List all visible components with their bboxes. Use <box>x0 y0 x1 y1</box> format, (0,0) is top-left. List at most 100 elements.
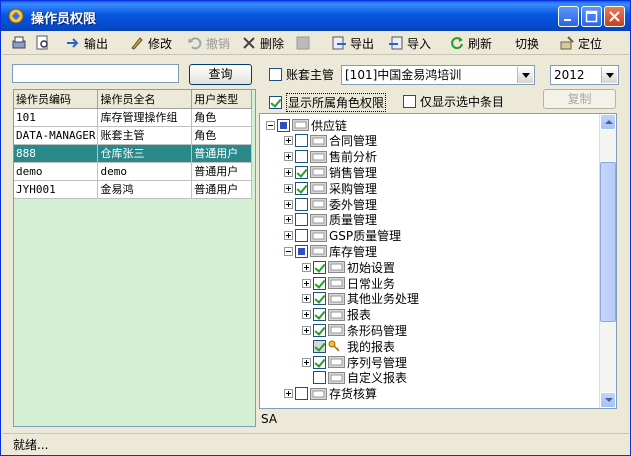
tree-node[interactable]: 售前分析 <box>284 149 377 165</box>
chevron-down-icon[interactable] <box>601 67 617 83</box>
tree-node[interactable]: 存货核算 <box>284 386 377 402</box>
tree-checkbox[interactable] <box>313 323 326 337</box>
collapse-icon[interactable] <box>266 120 275 130</box>
tree-node[interactable]: 初始设置 <box>302 259 395 275</box>
app-icon <box>8 8 24 24</box>
preview-button[interactable] <box>35 34 51 52</box>
tree-node[interactable]: 供应链 <box>266 117 347 133</box>
account-manager-box[interactable] <box>269 68 282 81</box>
tree-checkbox[interactable] <box>295 165 308 179</box>
toolbar-save-button[interactable] <box>295 34 311 52</box>
tree-node[interactable]: 日常业务 <box>302 275 395 291</box>
copy-button[interactable]: 复制 <box>543 89 616 109</box>
column-header-name[interactable]: 操作员全名 <box>97 90 193 109</box>
tree-checkbox[interactable] <box>295 229 308 243</box>
tree-checkbox[interactable] <box>313 276 326 290</box>
tree-checkbox[interactable] <box>295 197 308 211</box>
expand-icon[interactable] <box>284 136 293 146</box>
close-icon <box>609 11 620 22</box>
expand-icon[interactable] <box>302 325 311 335</box>
show-role-rights-checkbox[interactable]: 显示所属角色权限 <box>269 93 387 112</box>
tree-checkbox[interactable] <box>295 181 308 195</box>
module-icon <box>292 119 309 131</box>
tree-checkbox[interactable] <box>295 213 308 227</box>
tree-checkbox[interactable] <box>313 371 326 385</box>
year-select[interactable]: 2012 <box>550 65 619 85</box>
tree-checkbox[interactable] <box>313 355 326 369</box>
tree-checkbox[interactable] <box>313 292 326 306</box>
tree-checkbox[interactable] <box>313 308 326 322</box>
tree-checkbox[interactable] <box>295 387 308 401</box>
tree-scrollbar[interactable] <box>599 114 616 408</box>
table-row[interactable]: JYH001 金易鸿 普通用户 <box>14 180 252 199</box>
toolbar-export-button[interactable]: 导出 <box>331 34 374 52</box>
toolbar-edit-button[interactable]: 修改 <box>129 34 172 52</box>
expand-icon[interactable] <box>302 294 311 304</box>
close-button[interactable] <box>604 6 625 27</box>
table-row[interactable]: DATA-MANAGER 账套主管 角色 <box>14 126 252 145</box>
toolbar-delete-button[interactable]: 删除 <box>241 34 284 52</box>
tree-checkbox[interactable] <box>295 150 308 164</box>
toolbar-output-button[interactable]: 输出 <box>65 34 108 52</box>
tree-checkbox[interactable] <box>295 244 308 258</box>
tree-checkbox[interactable] <box>295 134 308 148</box>
toolbar-undo-button[interactable]: 撤销 <box>187 34 230 52</box>
table-row-selected[interactable]: 888 仓库张三 普通用户 <box>14 144 252 163</box>
tree-node[interactable]: 销售管理 <box>284 164 377 180</box>
account-select[interactable]: [101]中国金易鸿培训 <box>341 65 535 85</box>
toolbar-import-button[interactable]: 导入 <box>388 34 431 52</box>
current-operator: SA <box>261 412 278 426</box>
expand-icon[interactable] <box>302 310 311 320</box>
edit-icon <box>131 37 143 50</box>
tree-node[interactable]: 序列号管理 <box>302 354 407 370</box>
show-role-rights-box[interactable] <box>269 96 282 109</box>
module-icon <box>310 198 327 210</box>
query-button[interactable]: 查询 <box>189 64 252 85</box>
expand-icon[interactable] <box>284 231 293 241</box>
expand-icon[interactable] <box>284 389 293 399</box>
title-bar[interactable]: 操作员权限 <box>1 1 630 31</box>
expand-icon[interactable] <box>284 199 293 209</box>
expand-icon[interactable] <box>302 357 311 367</box>
tree-node[interactable]: 其他业务处理 <box>302 291 419 307</box>
tree-node[interactable]: 采购管理 <box>284 180 377 196</box>
toolbar-switch-button[interactable]: 切换 <box>515 34 539 52</box>
toolbar-refresh-button[interactable]: 刷新 <box>449 34 492 52</box>
tree-checkbox[interactable] <box>313 260 326 274</box>
tree-checkbox[interactable] <box>313 339 326 353</box>
scroll-up-icon[interactable] <box>600 114 616 130</box>
tree-node[interactable]: 委外管理 <box>284 196 377 212</box>
tree-node[interactable]: 质量管理 <box>284 212 377 228</box>
chevron-down-icon[interactable] <box>517 67 533 83</box>
tree-checkbox[interactable] <box>277 118 290 132</box>
maximize-button[interactable] <box>581 6 602 27</box>
scroll-down-icon[interactable] <box>600 392 616 408</box>
account-manager-checkbox[interactable]: 账套主管 <box>269 66 334 83</box>
table-row[interactable]: 101 库存管理操作组 角色 <box>14 108 252 127</box>
tree-node[interactable]: GSP质量管理 <box>284 228 401 244</box>
expand-icon[interactable] <box>284 183 293 193</box>
search-input[interactable] <box>12 64 179 83</box>
expand-icon[interactable] <box>302 278 311 288</box>
toolbar-locate-button[interactable]: 定位 <box>559 34 602 52</box>
minimize-button[interactable] <box>558 6 579 27</box>
table-row[interactable]: demo demo 普通用户 <box>14 162 252 181</box>
column-header-type[interactable]: 用户类型 <box>191 90 252 109</box>
show-selected-only-checkbox[interactable]: 仅显示选中条目 <box>403 93 504 110</box>
column-header-code[interactable]: 操作员编码 <box>14 90 99 109</box>
tree-node[interactable]: 自定义报表 <box>302 370 407 386</box>
collapse-icon[interactable] <box>284 246 293 256</box>
tree-node[interactable]: 条形码管理 <box>302 322 407 338</box>
tree-node[interactable]: 合同管理 <box>284 133 377 149</box>
expand-icon[interactable] <box>284 152 293 162</box>
tree-node[interactable]: 报表 <box>302 307 371 323</box>
print-button[interactable] <box>11 34 27 52</box>
expand-icon[interactable] <box>302 262 311 272</box>
show-selected-only-box[interactable] <box>403 95 416 108</box>
tree-node[interactable]: 库存管理 <box>284 243 377 259</box>
tree-node-label: 自定义报表 <box>347 371 408 386</box>
tree-node[interactable]: 我的报表 <box>302 338 395 354</box>
expand-icon[interactable] <box>284 215 293 225</box>
expand-icon[interactable] <box>284 167 293 177</box>
scroll-thumb[interactable] <box>600 162 616 322</box>
